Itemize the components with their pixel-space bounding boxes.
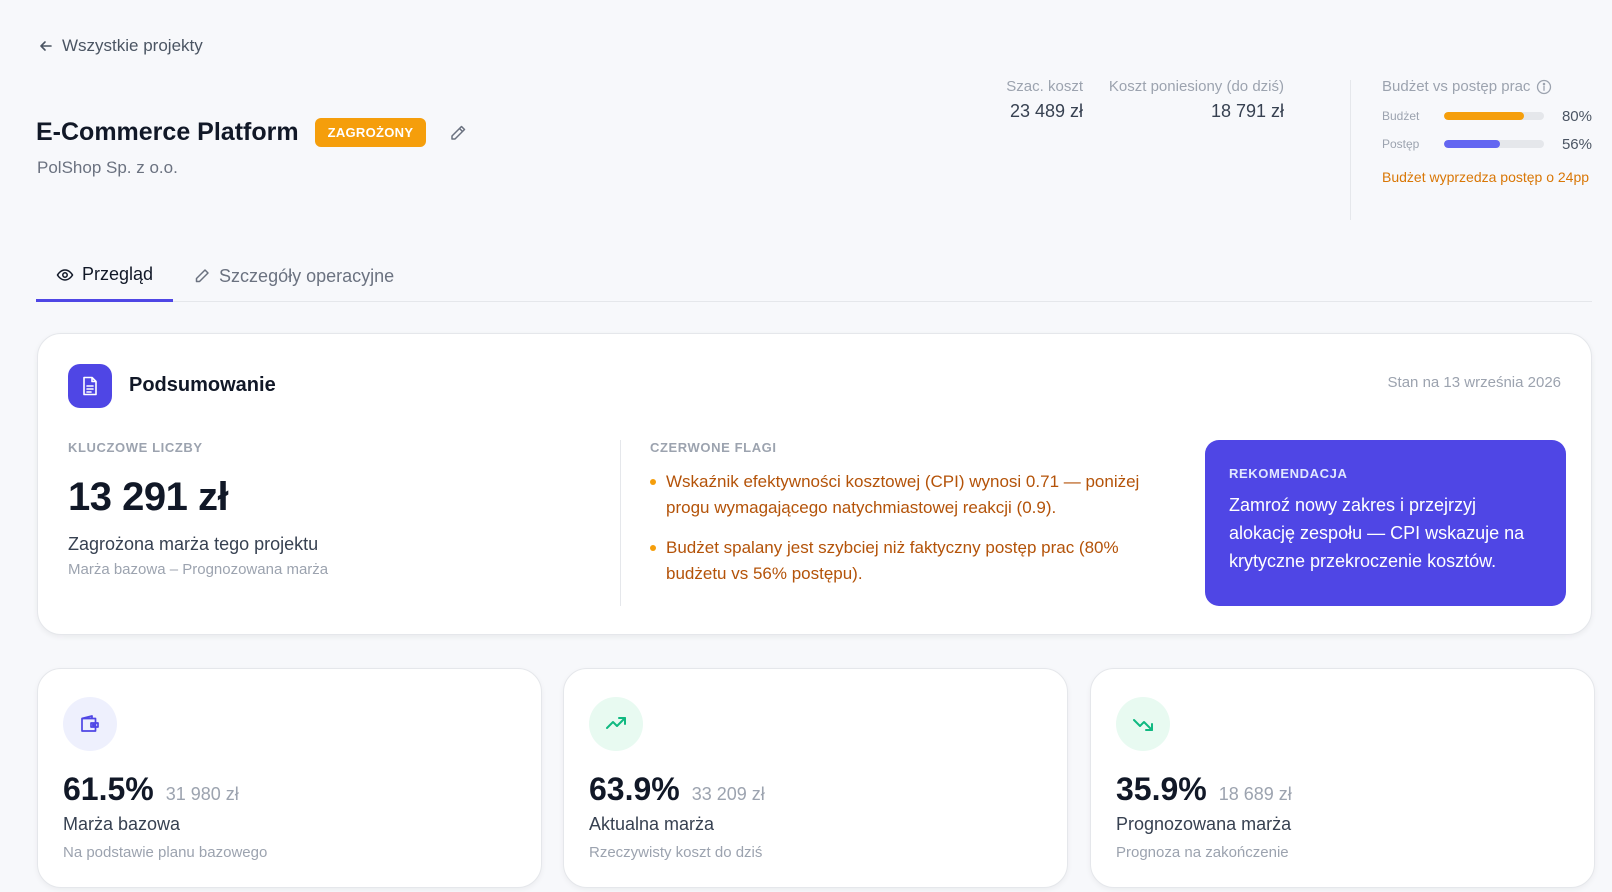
budget-bar (1444, 112, 1544, 120)
red-flag-item: Wskaźnik efektywności kosztowej (CPI) wy… (650, 469, 1180, 521)
metric-values: 61.5% 31 980 zł (63, 771, 239, 808)
estimated-cost-label: Szac. koszt (1006, 78, 1083, 95)
metric-amount: 31 980 zł (165, 784, 239, 804)
budget-label: Budżet (1382, 109, 1420, 123)
tab-bar: Przegląd Szczegóły operacyjne (36, 250, 1592, 302)
bullet-dot (650, 479, 656, 485)
bullet-dot (650, 545, 656, 551)
tab-operational-details-label: Szczegóły operacyjne (219, 265, 395, 286)
red-flags: CZERWONE FLAGI Wskaźnik efektywności kos… (650, 440, 1180, 587)
metric-card-current-margin: 63.9% 33 209 zł Aktualna marża Rzeczywis… (563, 668, 1068, 888)
red-flag-text: Wskaźnik efektywności kosztowej (CPI) wy… (666, 472, 1140, 517)
metric-card-baseline-margin: 61.5% 31 980 zł Marża bazowa Na podstawi… (37, 668, 542, 888)
pencil-icon (195, 269, 209, 283)
progress-bar-fill (1444, 140, 1500, 148)
margin-at-risk-formula: Marża bazowa – Prognozowana marża (68, 561, 329, 578)
metric-sub: Na podstawie planu bazowego (63, 844, 268, 861)
budget-vs-progress: Budżet vs postęp prac Budżet 80% Postęp … (1382, 78, 1592, 190)
client-name: PolShop Sp. z o.o. (37, 158, 178, 177)
bvp-title: Budżet vs postęp prac (1382, 78, 1592, 95)
page-title: E-Commerce Platform (36, 118, 299, 146)
summary-date: Stan na 13 września 2026 (1387, 374, 1561, 391)
trend-up-icon (589, 697, 643, 751)
header-divider (1350, 80, 1351, 220)
bvp-title-label: Budżet vs postęp prac (1382, 78, 1531, 95)
metric-sub: Rzeczywisty koszt do dziś (589, 844, 763, 861)
budget-bar-fill (1444, 112, 1524, 120)
metric-label: Aktualna marża (589, 814, 715, 834)
summary-title: Podsumowanie (129, 374, 276, 396)
metric-pct: 61.5% (63, 771, 154, 807)
progress-row: Postęp 56% (1382, 135, 1592, 153)
estimated-cost-value: 23 489 zł (1009, 101, 1083, 121)
red-flag-item: Budżet spalany jest szybciej niż faktycz… (650, 535, 1180, 587)
metric-pct: 63.9% (589, 771, 680, 807)
metric-amount: 33 209 zł (691, 784, 765, 804)
progress-pct: 56% (1561, 135, 1592, 153)
eye-icon (56, 268, 74, 281)
metric-values: 63.9% 33 209 zł (589, 771, 765, 808)
info-icon[interactable] (1536, 79, 1552, 95)
trend-down-icon (1116, 697, 1170, 751)
tab-overview[interactable]: Przegląd (36, 250, 174, 302)
back-link[interactable]: Wszystkie projekty (38, 36, 203, 56)
document-icon (68, 364, 112, 408)
key-numbers-label: KLUCZOWE LICZBY (68, 440, 203, 455)
recommendation-label: REKOMENDACJA (1229, 466, 1348, 481)
incurred-cost: Koszt poniesiony (do dziś) 18 791 zł (1109, 78, 1284, 122)
incurred-cost-value: 18 791 zł (1210, 101, 1284, 121)
metric-pct: 35.9% (1116, 771, 1207, 807)
margin-at-risk-desc: Zagrożona marża tego projektu (68, 534, 319, 554)
back-link-label: Wszystkie projekty (62, 36, 203, 55)
red-flags-label: CZERWONE FLAGI (650, 440, 777, 455)
red-flag-text: Budżet spalany jest szybciej niż faktycz… (666, 538, 1119, 583)
progress-bar (1444, 140, 1544, 148)
metric-values: 35.9% 18 689 zł (1116, 771, 1292, 808)
summary-card: Podsumowanie Stan na 13 września 2026 KL… (37, 333, 1592, 635)
estimated-cost: Szac. koszt 23 489 zł (1006, 78, 1083, 122)
recommendation-text: Zamroź nowy zakres i przejrzyj alokację … (1229, 495, 1525, 571)
key-numbers: KLUCZOWE LICZBY 13 291 zł Zagrożona marż… (68, 440, 608, 578)
project-header: E-Commerce Platform ZAGROŻONY (36, 118, 468, 147)
bvp-note: Budżet wyprzedza postęp o 24pp (1382, 169, 1590, 185)
wallet-icon (63, 697, 117, 751)
incurred-cost-label: Koszt poniesiony (do dziś) (1108, 78, 1284, 95)
metric-sub: Prognoza na zakończenie (1116, 844, 1289, 861)
progress-label: Postęp (1382, 137, 1420, 151)
pencil-icon[interactable] (448, 123, 468, 143)
metric-label: Marża bazowa (63, 814, 181, 834)
metric-amount: 18 689 zł (1218, 784, 1292, 804)
tab-overview-label: Przegląd (82, 264, 154, 284)
recommendation-box: REKOMENDACJA Zamroź nowy zakres i przejr… (1205, 440, 1566, 606)
arrow-left-icon (40, 41, 52, 51)
budget-row: Budżet 80% (1382, 107, 1592, 125)
summary-divider (620, 440, 621, 606)
status-badge: ZAGROŻONY (314, 118, 427, 147)
tab-operational-details[interactable]: Szczegóły operacyjne (173, 250, 414, 302)
margin-at-risk-value: 13 291 zł (68, 475, 229, 519)
metric-card-forecast-margin: 35.9% 18 689 zł Prognozowana marża Progn… (1090, 668, 1595, 888)
budget-pct: 80% (1561, 107, 1592, 125)
metric-label: Prognozowana marża (1116, 814, 1292, 834)
